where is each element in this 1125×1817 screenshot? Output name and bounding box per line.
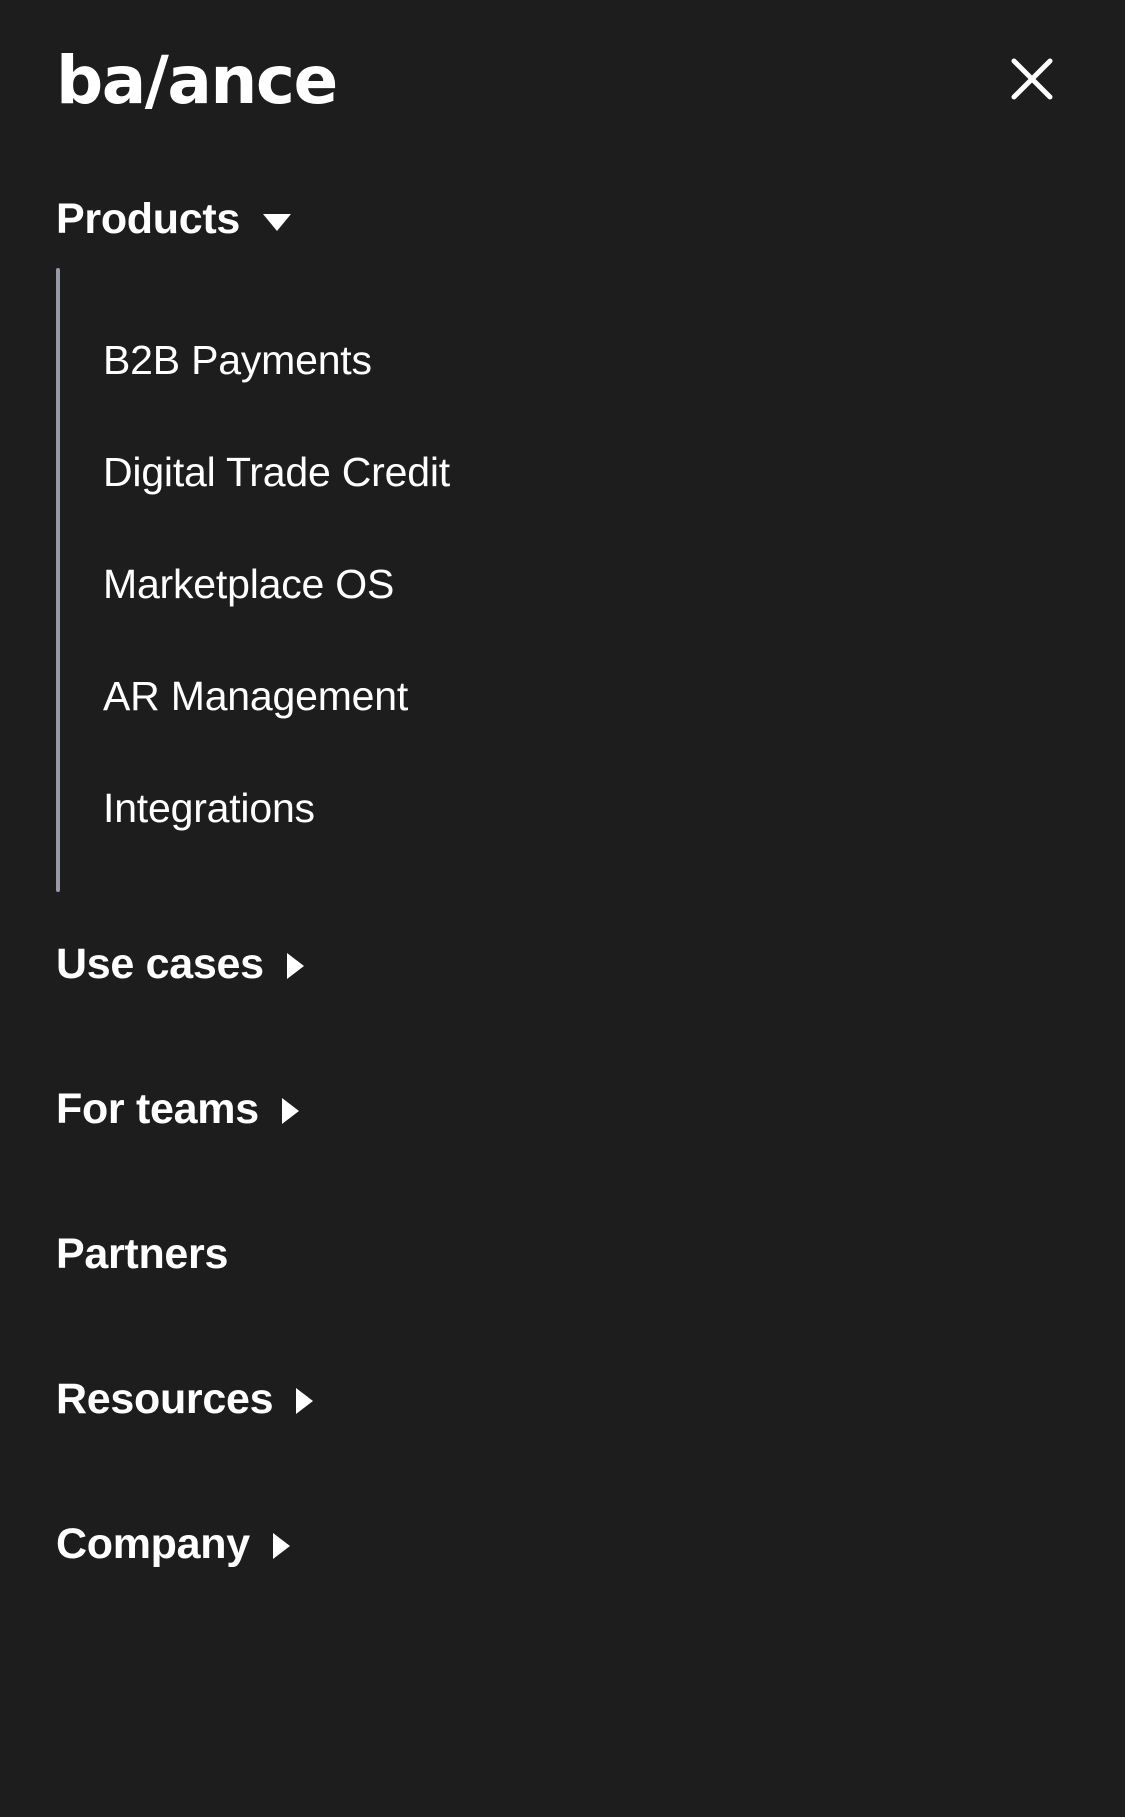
nav-item-company[interactable]: Company: [0, 1472, 1125, 1617]
submenu-products: B2B Payments Digital Trade Credit Market…: [0, 268, 1125, 892]
submenu-item-label: AR Management: [103, 672, 409, 719]
submenu-item-label: B2B Payments: [103, 336, 372, 383]
nav-item-label: Use cases: [56, 940, 264, 988]
nav-group-use-cases: Use cases: [0, 892, 1125, 1037]
submenu-item-integrations[interactable]: Integrations: [0, 752, 1125, 864]
nav-item-label: Company: [56, 1520, 250, 1568]
nav-group-resources: Resources: [0, 1327, 1125, 1472]
submenu-item-label: Digital Trade Credit: [103, 448, 450, 495]
close-icon: [1009, 56, 1055, 102]
mobile-nav-overlay: ba/ance Products B2B Payments Digital Tr…: [0, 0, 1125, 1817]
nav-group-partners: Partners: [0, 1182, 1125, 1327]
nav-item-resources[interactable]: Resources: [0, 1327, 1125, 1472]
nav-item-partners[interactable]: Partners: [0, 1182, 1125, 1327]
submenu-item-label: Integrations: [103, 784, 315, 831]
nav-item-label: Partners: [56, 1230, 229, 1278]
nav-item-label: Resources: [56, 1375, 274, 1423]
caret-right-icon: [272, 1532, 291, 1560]
nav-menu: Products B2B Payments Digital Trade Cred…: [0, 170, 1125, 1617]
caret-right-icon: [286, 952, 305, 980]
submenu-item-ar-management[interactable]: AR Management: [0, 640, 1125, 752]
nav-item-label: Products: [56, 194, 240, 243]
nav-item-label: For teams: [56, 1085, 259, 1133]
caret-right-icon: [295, 1387, 314, 1415]
submenu-item-b2b-payments[interactable]: B2B Payments: [0, 304, 1125, 416]
submenu-item-label: Marketplace OS: [103, 560, 395, 607]
submenu-item-marketplace-os[interactable]: Marketplace OS: [0, 528, 1125, 640]
nav-item-for-teams[interactable]: For teams: [0, 1037, 1125, 1182]
close-menu-button[interactable]: [995, 42, 1069, 116]
nav-group-for-teams: For teams: [0, 1037, 1125, 1182]
nav-header: ba/ance: [0, 0, 1125, 170]
nav-item-use-cases[interactable]: Use cases: [0, 892, 1125, 1037]
caret-down-icon: [262, 213, 292, 232]
nav-item-products[interactable]: Products: [0, 170, 1125, 268]
brand-logo[interactable]: ba/ance: [56, 48, 338, 114]
nav-group-products: Products B2B Payments Digital Trade Cred…: [0, 170, 1125, 892]
caret-right-icon: [281, 1097, 300, 1125]
nav-group-company: Company: [0, 1472, 1125, 1617]
submenu-item-digital-trade-credit[interactable]: Digital Trade Credit: [0, 416, 1125, 528]
